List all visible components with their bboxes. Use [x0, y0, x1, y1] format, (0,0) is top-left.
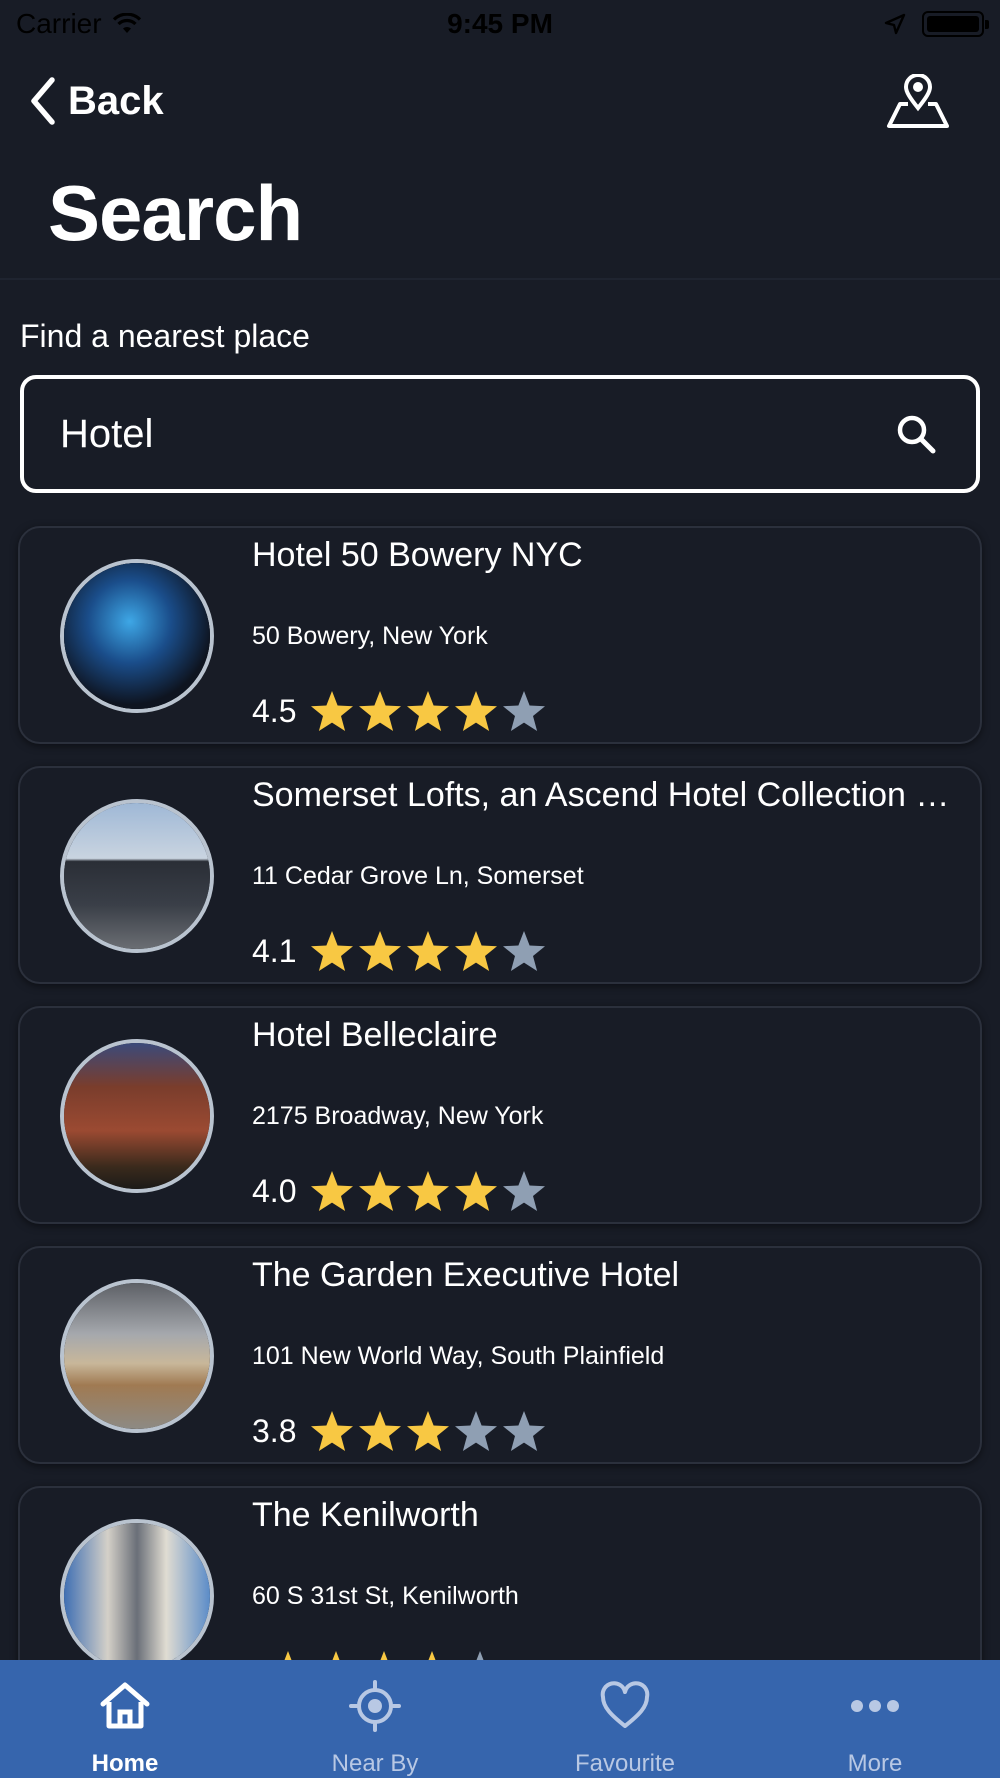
list-item[interactable]: Somerset Lofts, an Ascend Hotel Collecti…	[18, 766, 982, 984]
hotel-address: 60 S 31st St, Kenilworth	[252, 1582, 519, 1610]
star-filled-icon	[407, 1171, 450, 1211]
list-item[interactable]: Hotel Belleclaire 2175 Broadway, New Yor…	[18, 1006, 982, 1224]
star-filled-icon	[359, 691, 402, 731]
rating-row: 4.1	[252, 928, 548, 974]
tab-label: Near By	[331, 1750, 419, 1777]
location-arrow-icon	[884, 13, 906, 35]
hotel-name: The Garden Executive Hotel	[252, 1256, 680, 1294]
hotel-name: Hotel Belleclaire	[252, 1016, 498, 1054]
tab-label: More	[847, 1750, 903, 1777]
star-empty-icon	[455, 1411, 498, 1451]
tab-label: Favourite	[574, 1750, 676, 1777]
search-box[interactable]	[20, 375, 980, 493]
rating-row: 3.8	[252, 1408, 548, 1454]
hotel-address: 11 Cedar Grove Ln, Somerset	[252, 862, 584, 890]
wifi-icon	[112, 13, 141, 33]
nav-bar: Back	[0, 60, 1000, 140]
map-pin-icon	[887, 73, 949, 128]
star-empty-icon	[503, 1411, 546, 1451]
search-input[interactable]	[60, 411, 894, 457]
hotel-name: Hotel 50 Bowery NYC	[252, 536, 583, 574]
search-icon[interactable]	[894, 412, 938, 456]
rating-value: 4.0	[252, 1172, 297, 1209]
back-label: Back	[68, 78, 164, 123]
hotel-address: 2175 Broadway, New York	[252, 1102, 544, 1130]
heart-icon	[600, 1681, 650, 1728]
star-filled-icon	[359, 1171, 402, 1211]
star-filled-icon	[311, 691, 354, 731]
star-filled-icon	[311, 931, 354, 971]
star-filled-icon	[455, 931, 498, 971]
star-rating	[308, 1168, 548, 1214]
hotel-address: 50 Bowery, New York	[252, 622, 488, 650]
star-filled-icon	[407, 931, 450, 971]
more-dots-icon	[851, 1700, 899, 1712]
star-filled-icon	[407, 691, 450, 731]
location-target-icon	[349, 1680, 401, 1732]
star-rating	[308, 928, 548, 974]
rating-value: 4.5	[252, 692, 297, 729]
rating-row: 4.0	[252, 1168, 548, 1214]
star-filled-icon	[359, 931, 402, 971]
chevron-left-icon	[31, 77, 55, 125]
status-left: Carrier	[16, 8, 142, 40]
rating-value: 3.8	[252, 1412, 297, 1449]
list-item[interactable]: Hotel 50 Bowery NYC 50 Bowery, New York …	[18, 526, 982, 744]
star-filled-icon	[407, 1411, 450, 1451]
star-empty-icon	[503, 931, 546, 971]
status-time: 9:45 PM	[447, 8, 553, 39]
tab-more[interactable]: More	[750, 1660, 1000, 1778]
hotel-thumbnail	[60, 1039, 214, 1193]
star-rating	[308, 688, 548, 734]
home-icon	[100, 1682, 150, 1729]
star-filled-icon	[455, 691, 498, 731]
tab-bar: Home Near By Favourite More	[0, 1660, 1000, 1778]
search-label: Find a nearest place	[20, 318, 310, 354]
hotel-address: 101 New World Way, South Plainfield	[252, 1342, 665, 1370]
star-empty-icon	[503, 691, 546, 731]
hotel-thumbnail	[60, 559, 214, 713]
star-filled-icon	[311, 1411, 354, 1451]
battery-icon	[922, 11, 989, 37]
tab-home[interactable]: Home	[0, 1660, 250, 1778]
tab-label: Home	[91, 1750, 159, 1777]
page-title: Search	[48, 169, 303, 257]
star-filled-icon	[455, 1171, 498, 1211]
list-item[interactable]: The Garden Executive Hotel 101 New World…	[18, 1246, 982, 1464]
header-divider	[0, 278, 1000, 280]
back-button[interactable]: Back	[28, 76, 164, 126]
hotel-thumbnail	[60, 799, 214, 953]
hotel-thumbnail	[60, 1279, 214, 1433]
star-rating	[308, 1408, 548, 1454]
star-empty-icon	[503, 1171, 546, 1211]
tab-favourite[interactable]: Favourite	[500, 1660, 750, 1778]
hotel-thumbnail	[60, 1519, 214, 1673]
hotel-name: Somerset Lofts, an Ascend Hotel Collecti…	[252, 776, 972, 814]
map-button[interactable]	[886, 73, 950, 130]
status-bar: Carrier 9:45 PM	[0, 0, 1000, 48]
hotel-name: The Kenilworth	[252, 1496, 479, 1534]
star-filled-icon	[359, 1411, 402, 1451]
rating-row: 4.5	[252, 688, 548, 734]
rating-value: 4.1	[252, 932, 297, 969]
carrier-label: Carrier	[16, 8, 102, 39]
status-right	[884, 11, 989, 37]
tab-near-by[interactable]: Near By	[250, 1660, 500, 1778]
star-filled-icon	[311, 1171, 354, 1211]
